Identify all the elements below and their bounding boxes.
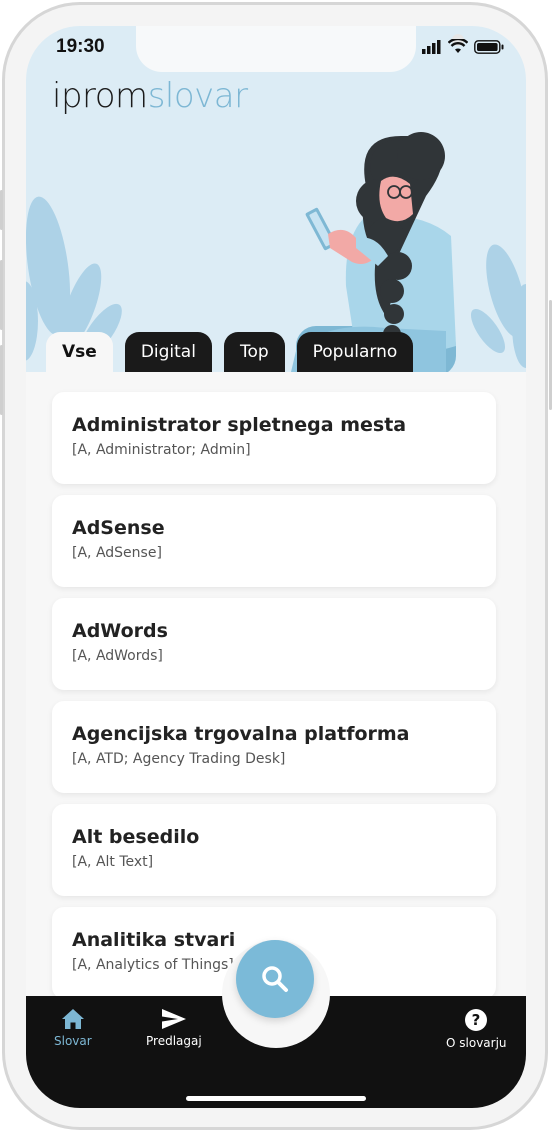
entry-title: Administrator spletnega mesta [72, 414, 407, 436]
send-icon [161, 1009, 186, 1029]
home-icon [61, 1009, 84, 1029]
nav-slovar[interactable]: Slovar [54, 1008, 92, 1048]
nav-predlagaj[interactable]: Predlagaj [146, 1008, 202, 1048]
phone-side-button [0, 190, 3, 230]
tab-vse[interactable]: Vse [46, 332, 113, 372]
nav-o-slovarju[interactable]: ? O slovarju [446, 1008, 507, 1050]
category-tabs: Vse Digital Top Popularno [46, 332, 414, 372]
entry-subtitle: [A, Administrator; Admin] [72, 442, 251, 458]
entry-title: Alt besedilo [72, 826, 200, 848]
app-screen: 19:30 ipromslovar Vse Digital Top Popula… [26, 26, 526, 1108]
entry-subtitle: [A, AdSense] [72, 545, 162, 561]
list-item[interactable]: Agencijska trgovalna platforma [A, ATD; … [52, 701, 496, 793]
search-icon [262, 966, 288, 992]
tab-digital[interactable]: Digital [124, 332, 212, 372]
tab-top[interactable]: Top [223, 332, 285, 372]
battery-icon [474, 39, 504, 54]
phone-volume-up [0, 260, 3, 330]
entry-subtitle: [A, ATD; Agency Trading Desk] [72, 751, 286, 767]
status-time: 19:30 [56, 36, 105, 57]
list-item[interactable]: Administrator spletnega mesta [A, Admini… [52, 392, 496, 484]
phone-volume-down [0, 345, 3, 415]
home-indicator [186, 1096, 366, 1101]
help-icon: ? [465, 1009, 488, 1031]
hero-banner: 19:30 ipromslovar Vse Digital Top Popula… [26, 26, 526, 372]
status-icons [422, 39, 504, 54]
svg-text:?: ? [472, 1011, 481, 1029]
list-item[interactable]: AdWords [A, AdWords] [52, 598, 496, 690]
wifi-icon [448, 39, 468, 53]
search-button[interactable] [236, 940, 314, 1018]
entry-subtitle: [A, Alt Text] [72, 854, 154, 870]
nav-slovar-label: Slovar [54, 1034, 92, 1048]
entry-subtitle: [A, AdWords] [72, 648, 163, 664]
tab-popularno[interactable]: Popularno [296, 332, 414, 372]
nav-predlagaj-label: Predlagaj [146, 1034, 202, 1048]
entry-title: AdSense [72, 517, 165, 539]
signal-icon [422, 39, 441, 54]
entry-title: Agencijska trgovalna platforma [72, 723, 410, 745]
entry-title: AdWords [72, 620, 168, 642]
dictionary-list: Administrator spletnega mesta [A, Admini… [52, 392, 496, 1010]
list-item[interactable]: AdSense [A, AdSense] [52, 495, 496, 587]
notch [136, 26, 464, 72]
app-logo: ipromslovar [52, 76, 248, 116]
nav-o-slovarju-label: O slovarju [446, 1036, 507, 1050]
list-item[interactable]: Alt besedilo [A, Alt Text] [52, 804, 496, 896]
